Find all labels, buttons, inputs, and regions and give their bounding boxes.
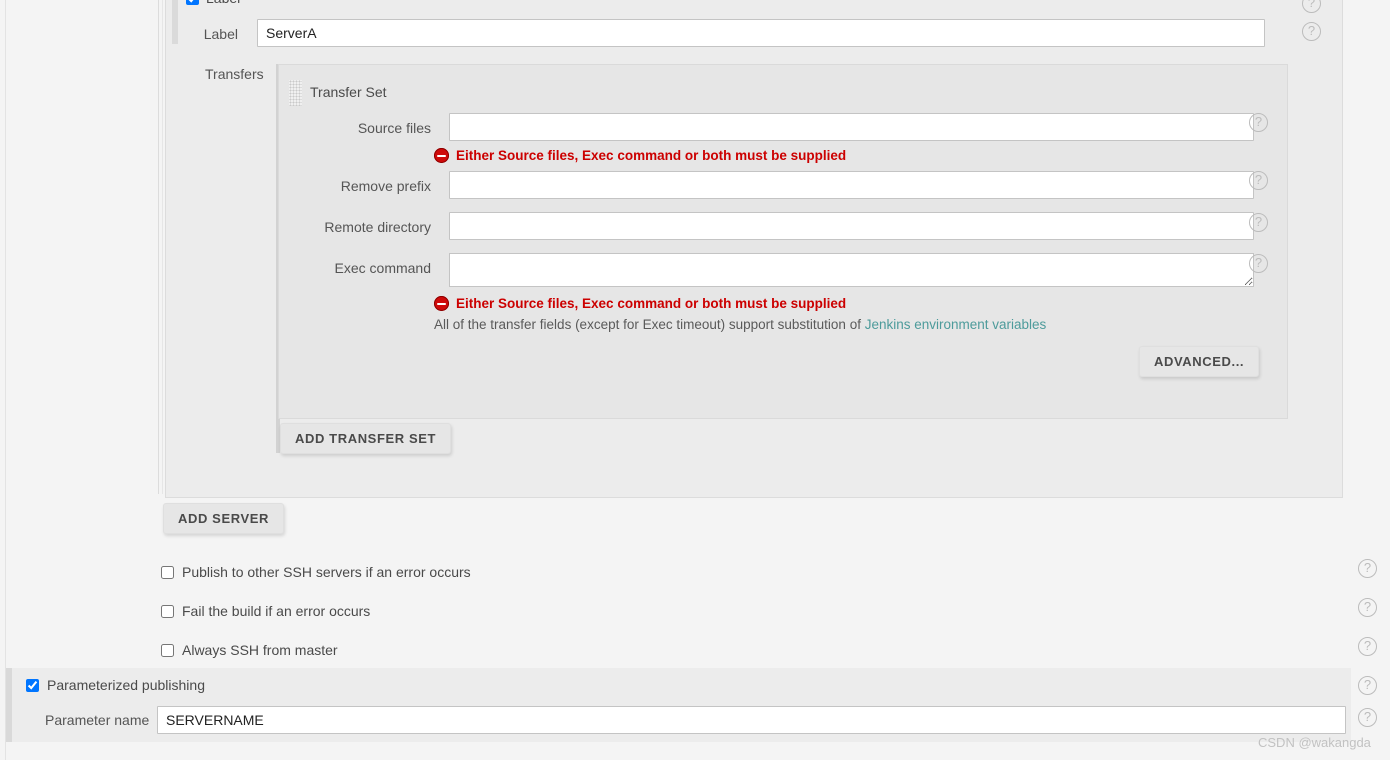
label-input[interactable] — [257, 19, 1265, 47]
transfers-label: Transfers — [205, 66, 264, 82]
form-column-rule-2 — [162, 0, 163, 494]
parameter-name-input[interactable] — [157, 706, 1346, 734]
help-icon-label[interactable]: ? — [1302, 22, 1321, 41]
exec-command-label: Exec command — [334, 260, 431, 276]
help-icon-remote-directory[interactable]: ? — [1249, 213, 1268, 232]
page-left-rule — [5, 0, 6, 760]
error-stop-icon — [434, 148, 449, 163]
parameter-name-label: Parameter name — [45, 712, 150, 728]
option-row-publish-other-servers[interactable]: Publish to other SSH servers if an error… — [161, 564, 471, 580]
remove-prefix-label: Remove prefix — [340, 178, 431, 194]
remote-directory-row: Remote directory — [316, 212, 1254, 240]
source-files-error-text: Either Source files, Exec command or bot… — [456, 148, 847, 163]
remove-prefix-row: Remove prefix — [316, 171, 1254, 199]
checkbox-parameterized-publishing[interactable] — [26, 678, 39, 692]
exec-command-textarea[interactable] — [449, 253, 1254, 287]
remote-directory-label: Remote directory — [324, 219, 431, 235]
advanced-button[interactable]: ADVANCED... — [1139, 346, 1260, 377]
substitution-note-text: All of the transfer fields (except for E… — [434, 317, 865, 332]
help-icon-parameter-name[interactable]: ? — [1358, 708, 1377, 727]
parameterized-publishing-row[interactable]: Parameterized publishing — [26, 677, 205, 693]
help-icon-remove-prefix[interactable]: ? — [1249, 171, 1268, 190]
exec-command-error-text: Either Source files, Exec command or bot… — [456, 296, 847, 311]
top-cut-checkbox-label: Label — [206, 0, 240, 6]
help-icon-always-ssh-master[interactable]: ? — [1358, 637, 1377, 656]
help-icon-exec-command[interactable]: ? — [1249, 254, 1268, 273]
add-transfer-set-button[interactable]: ADD TRANSFER SET — [280, 423, 452, 454]
remote-directory-input[interactable] — [449, 212, 1254, 240]
jenkins-env-vars-link[interactable]: Jenkins environment variables — [865, 317, 1047, 332]
checkbox-fail-build[interactable] — [161, 604, 174, 618]
help-icon-fail-build[interactable]: ? — [1358, 598, 1377, 617]
watermark: CSDN @wakangda — [1258, 735, 1371, 750]
transfer-set-title: Transfer Set — [310, 84, 387, 100]
option-row-fail-build[interactable]: Fail the build if an error occurs — [161, 603, 370, 619]
drag-grip-icon[interactable] — [289, 80, 302, 106]
source-files-row: Source files — [316, 113, 1254, 141]
remove-prefix-input[interactable] — [449, 171, 1254, 199]
top-cut-checkbox-row[interactable]: Label — [186, 0, 240, 6]
help-icon-source-files[interactable]: ? — [1249, 113, 1268, 132]
exec-command-error: Either Source files, Exec command or bot… — [434, 296, 846, 311]
checkbox-publish-other-servers[interactable] — [161, 565, 174, 579]
add-server-button[interactable]: ADD SERVER — [163, 503, 285, 534]
help-icon-publish-other-servers[interactable]: ? — [1358, 559, 1377, 578]
error-stop-icon — [434, 296, 449, 311]
exec-command-row: Exec command — [316, 253, 1254, 287]
parameterized-publishing-label: Parameterized publishing — [47, 677, 205, 693]
option-label-always-ssh-master: Always SSH from master — [182, 642, 338, 658]
top-cut-checkbox[interactable] — [186, 0, 199, 5]
help-icon-parameterized-publishing[interactable]: ? — [1358, 676, 1377, 695]
server-panel-gutter — [172, 0, 178, 44]
option-label-publish-other-servers: Publish to other SSH servers if an error… — [182, 564, 471, 580]
label-field-label: Label — [203, 26, 238, 42]
form-column-rule — [158, 0, 159, 494]
source-files-input[interactable] — [449, 113, 1254, 141]
label-field-row: Label — [186, 19, 1265, 47]
checkbox-always-ssh-master[interactable] — [161, 643, 174, 657]
source-files-error: Either Source files, Exec command or bot… — [434, 148, 846, 163]
option-label-fail-build: Fail the build if an error occurs — [182, 603, 371, 619]
option-row-always-ssh-master[interactable]: Always SSH from master — [161, 642, 338, 658]
page-root: Label ? Label ? Transfers Transfer Set S… — [0, 0, 1390, 760]
substitution-note: All of the transfer fields (except for E… — [434, 317, 1046, 332]
source-files-label: Source files — [357, 120, 431, 136]
